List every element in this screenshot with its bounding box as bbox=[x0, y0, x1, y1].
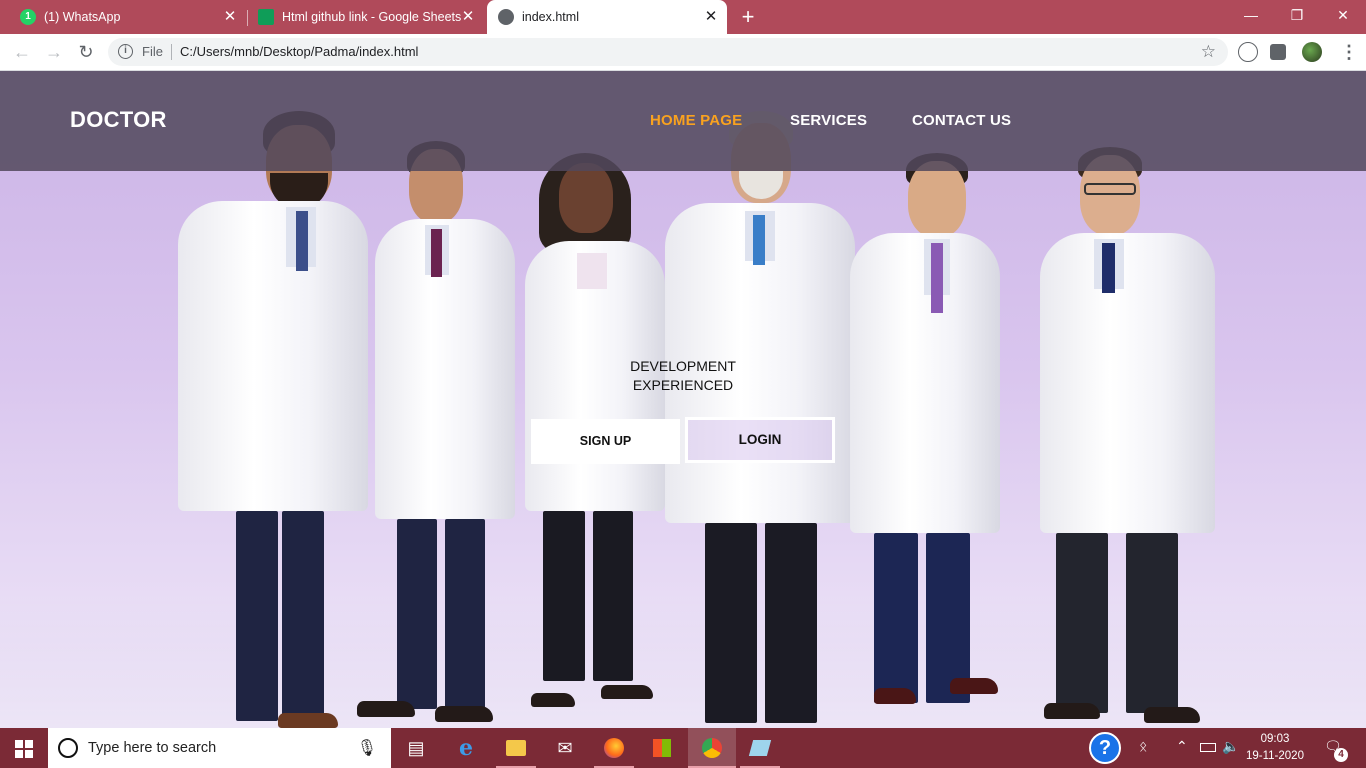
new-tab-button[interactable]: + bbox=[737, 6, 759, 28]
extension-mouse-icon[interactable] bbox=[1238, 42, 1258, 62]
tab-close-icon[interactable]: ✕ bbox=[222, 9, 238, 25]
nav-services[interactable]: SERVICES bbox=[790, 112, 867, 129]
doctor-figure bbox=[1040, 147, 1215, 728]
help-icon[interactable]: ? bbox=[1089, 732, 1121, 764]
hero-line: DEVELOPMENT bbox=[630, 358, 736, 374]
edge-icon[interactable]: e bbox=[452, 734, 480, 762]
notepad-icon[interactable] bbox=[746, 734, 774, 762]
windows-start-button[interactable] bbox=[0, 728, 48, 768]
taskbar-search-box[interactable]: Type here to search 🎙 bbox=[48, 728, 391, 768]
task-view-icon[interactable]: ▤ bbox=[402, 734, 430, 762]
file-explorer-icon[interactable] bbox=[502, 734, 530, 762]
doctor-figure bbox=[840, 153, 1010, 728]
url-text[interactable]: C:/Users/mnb/Desktop/Padma/index.html bbox=[180, 44, 418, 59]
extensions-puzzle-icon[interactable] bbox=[1270, 44, 1286, 60]
google-sheets-icon bbox=[258, 9, 274, 25]
tab-close-icon[interactable]: ✕ bbox=[460, 9, 476, 25]
cortana-icon bbox=[58, 738, 78, 758]
whatsapp-icon: 1 bbox=[20, 9, 36, 25]
clock-date: 19-11-2020 bbox=[1246, 750, 1304, 762]
site-navbar: DOCTOR HOME PAGE SERVICES CONTACT US bbox=[0, 71, 1366, 171]
mail-icon[interactable]: ✉ bbox=[551, 734, 579, 762]
site-logo[interactable]: DOCTOR bbox=[70, 107, 167, 133]
tab-whatsapp[interactable]: 1 (1) WhatsApp ✕ bbox=[10, 0, 246, 34]
sign-up-button[interactable]: SIGN UP bbox=[531, 419, 680, 464]
login-button[interactable]: LOGIN bbox=[685, 417, 835, 463]
address-bar[interactable]: i File C:/Users/mnb/Desktop/Padma/index.… bbox=[108, 38, 1228, 66]
tab-title: index.html bbox=[522, 10, 579, 24]
hero-line: EXPERIENCED bbox=[632, 377, 734, 393]
nav-contact-us[interactable]: CONTACT US bbox=[912, 112, 1011, 129]
chrome-icon[interactable] bbox=[698, 734, 726, 762]
people-icon[interactable]: ᛟ bbox=[1139, 738, 1147, 754]
tab-title: (1) WhatsApp bbox=[44, 10, 121, 24]
battery-icon[interactable] bbox=[1200, 743, 1216, 752]
scheme-label: File bbox=[142, 44, 163, 59]
forward-button[interactable]: → bbox=[42, 40, 66, 64]
globe-icon bbox=[498, 9, 514, 25]
taskbar-clock[interactable]: 09:03 19-11-2020 bbox=[1240, 731, 1310, 765]
search-placeholder: Type here to search bbox=[88, 740, 217, 756]
reload-button[interactable]: ↻ bbox=[74, 40, 98, 64]
notification-count-badge: 4 bbox=[1334, 748, 1348, 762]
microphone-icon[interactable]: 🎙 bbox=[357, 738, 377, 758]
hero-tagline: DEVELOPMENT EXPERIENCED bbox=[583, 357, 783, 395]
divider bbox=[171, 44, 172, 60]
store-icon[interactable] bbox=[648, 734, 676, 762]
web-page: DOCTOR HOME PAGE SERVICES CONTACT US DEV… bbox=[0, 71, 1366, 728]
doctor-figure bbox=[357, 141, 515, 728]
browser-tab-strip: 1 (1) WhatsApp ✕ Html github link - Goog… bbox=[0, 0, 1366, 34]
nav-home-page[interactable]: HOME PAGE bbox=[650, 112, 742, 129]
browser-menu-icon[interactable]: ⋮ bbox=[1340, 42, 1358, 62]
browser-toolbar: ← → ↻ i File C:/Users/mnb/Desktop/Padma/… bbox=[0, 34, 1366, 71]
bookmark-star-icon[interactable]: ☆ bbox=[1201, 42, 1216, 62]
close-window-button[interactable]: ✕ bbox=[1320, 0, 1366, 30]
windows-taskbar: Type here to search 🎙 ▤ e ✉ ? ᛟ ⌃ 🔈 09:0… bbox=[0, 728, 1366, 768]
maximize-button[interactable]: ❐ bbox=[1274, 0, 1320, 30]
profile-avatar[interactable] bbox=[1302, 42, 1322, 62]
firefox-icon[interactable] bbox=[600, 734, 628, 762]
chevron-up-icon[interactable]: ⌃ bbox=[1176, 738, 1188, 755]
minimize-button[interactable]: — bbox=[1228, 0, 1274, 30]
doctor-figure bbox=[178, 111, 368, 728]
tab-google-sheets[interactable]: Html github link - Google Sheets ✕ bbox=[248, 0, 484, 34]
tab-title: Html github link - Google Sheets bbox=[282, 10, 462, 24]
back-button[interactable]: ← bbox=[10, 40, 34, 64]
clock-time: 09:03 bbox=[1260, 733, 1290, 745]
tab-index-html[interactable]: index.html ✕ bbox=[487, 0, 727, 34]
site-info-icon[interactable]: i bbox=[118, 44, 133, 59]
volume-icon[interactable]: 🔈 bbox=[1222, 738, 1239, 755]
tab-close-icon[interactable]: ✕ bbox=[703, 9, 719, 25]
